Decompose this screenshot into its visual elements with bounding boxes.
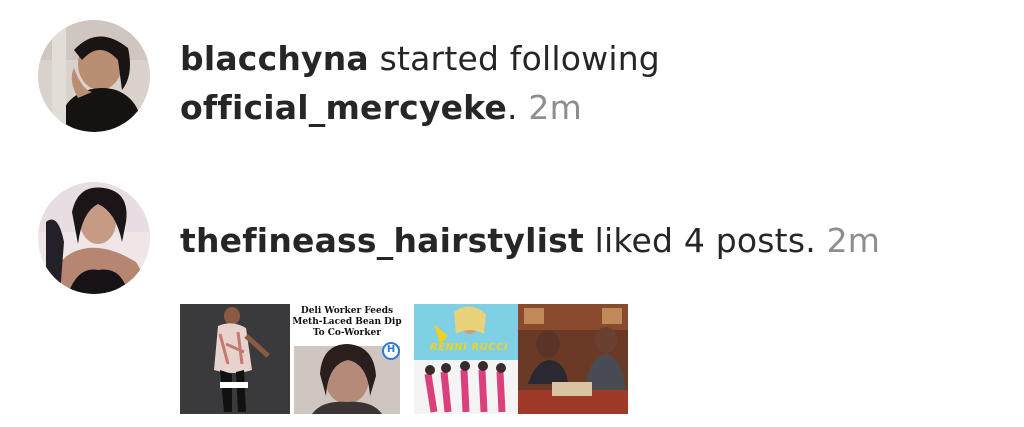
action-text: started following xyxy=(368,39,660,78)
post-caption: Deli Worker Feeds Meth-Laced Bean Dip To… xyxy=(292,306,402,338)
avatar[interactable] xyxy=(38,182,150,294)
notification-text: thefineass_hairstylist liked 4 posts. 2m xyxy=(180,216,880,265)
username-link[interactable]: thefineass_hairstylist xyxy=(180,221,584,260)
punctuation: . xyxy=(507,88,518,127)
username-link[interactable]: blacchyna xyxy=(180,39,369,78)
timestamp: 2m xyxy=(517,88,582,127)
photo-icon xyxy=(180,304,290,414)
avatar-photo-icon xyxy=(38,20,150,132)
post-thumbnail[interactable]: RENNI RUCCI xyxy=(414,304,524,414)
post-thumbnail[interactable]: Deli Worker Feeds Meth-Laced Bean Dip To… xyxy=(292,304,402,414)
avatar[interactable] xyxy=(38,20,150,132)
notification-text: blacchyna started following official_mer… xyxy=(180,34,660,132)
photo-icon xyxy=(518,304,628,414)
avatar-photo-icon xyxy=(38,182,150,294)
post-overlay-text: RENNI RUCCI xyxy=(429,342,509,353)
action-text: liked 4 posts. xyxy=(583,221,816,260)
target-username-link[interactable]: official_mercyeke xyxy=(180,88,507,127)
post-thumbnail[interactable] xyxy=(518,304,628,414)
post-thumbnail[interactable] xyxy=(180,304,290,414)
activity-item-follow[interactable]: blacchyna started following official_mer… xyxy=(0,0,1024,170)
photo-icon xyxy=(414,304,524,414)
timestamp: 2m xyxy=(815,221,881,260)
news-badge-icon: H xyxy=(386,344,396,355)
